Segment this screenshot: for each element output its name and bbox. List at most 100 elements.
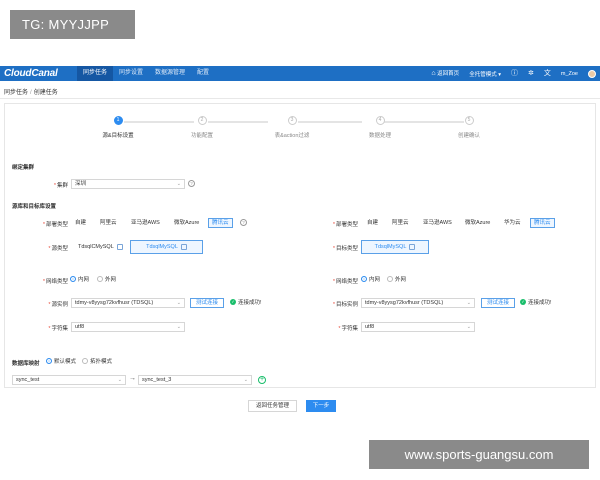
top-navbar: CloudCanal 同步任务 同步设置 数据源管理 配置 ⌂ 返回首页 全托管… [0, 66, 600, 81]
menu-datasource-management[interactable]: 数据源管理 [149, 66, 191, 81]
target-charset-select[interactable]: utf8 ⌄ [361, 322, 475, 332]
tg-overlay-badge: TG: MYYJJPP [10, 10, 135, 39]
username[interactable]: m_Zoe [561, 71, 578, 77]
source-deploy-aliyun[interactable]: 阿里云 [97, 218, 120, 228]
source-deploy-label: *部署类型 [42, 222, 68, 228]
breadcrumb-separator: / [30, 90, 32, 96]
source-deploy-tencent[interactable]: 腾讯云 [208, 218, 233, 228]
check-circle-icon: ✓ [230, 298, 236, 305]
navbar-right: ⌂ 返回首页 全托管模式 ▾ ⓘ ✲ 文 m_Zoe [431, 66, 596, 81]
target-instance-select[interactable]: tdmy-v8yysg72kvfhusr (TDSQL) ⌄ [361, 298, 475, 308]
language-icon[interactable]: 文 [544, 66, 551, 81]
radio-unchecked-icon [387, 275, 393, 282]
step-5-label: 创建确认 [457, 133, 480, 139]
mode-dropdown[interactable]: 全托管模式 ▾ [469, 70, 501, 78]
mapping-mode-topology[interactable]: 拓扑模式 [82, 357, 112, 366]
breadcrumb-parent[interactable]: 同步任务 [4, 90, 28, 96]
source-net-label: *网络类型 [42, 279, 68, 285]
target-deploy-aws[interactable]: 亚马逊AWS [420, 218, 455, 228]
target-type-label: *目标类型 [332, 246, 358, 252]
chevron-down-icon: ▾ [498, 71, 501, 78]
db-mapping-label: 数据库映射 [12, 361, 40, 367]
step-indicator: 1 源&目标设置 2 功能配置 3 表&action过滤 4 数据处理 5 创建… [0, 116, 600, 142]
step-3: 3 表&action过滤 [262, 116, 322, 139]
cluster-section-title: 绑定集群 [12, 165, 35, 171]
menu-sync-settings[interactable]: 同步设置 [113, 66, 149, 81]
source-instance-select[interactable]: tdmy-v8yysg72kvfhusr (TDSQL) ⌄ [71, 298, 185, 308]
help-question-icon[interactable]: ? [188, 180, 195, 187]
source-net-internet[interactable]: 外网 [97, 275, 116, 284]
chevron-down-icon: ⌄ [176, 181, 181, 187]
step-3-label: 表&action过滤 [274, 133, 310, 139]
radio-unchecked-icon [97, 275, 103, 282]
step-1-label: 源&目标设置 [102, 133, 134, 139]
step-4-circle: 4 [375, 116, 385, 125]
step-4: 4 数据处理 [350, 116, 410, 139]
check-circle-icon: ✓ [520, 298, 526, 305]
database-icon [116, 243, 123, 250]
target-net-internet[interactable]: 外网 [387, 275, 406, 284]
settings-gear-icon[interactable]: ✲ [528, 66, 534, 81]
avatar[interactable] [588, 69, 596, 78]
source-deploy-selfbuilt[interactable]: 自建 [72, 218, 89, 228]
step-1: 1 源&目标设置 [88, 116, 148, 139]
source-deploy-azure[interactable]: 微软Azure [171, 218, 202, 228]
chevron-down-icon: ⌄ [117, 377, 122, 383]
source-net-intranet[interactable]: 内网 [70, 275, 89, 284]
target-instance-label: *目标实例 [332, 302, 358, 308]
arrow-right-icon: → [129, 375, 136, 382]
chevron-down-icon: ⌄ [466, 300, 471, 306]
menu-config[interactable]: 配置 [191, 66, 215, 81]
radio-checked-icon [70, 275, 76, 282]
target-deploy-tencent[interactable]: 腾讯云 [530, 218, 555, 228]
database-icon [409, 243, 416, 250]
watermark-overlay: www.sports-guangsu.com [369, 440, 589, 469]
target-deploy-huawei[interactable]: 华为云 [501, 218, 524, 228]
mapping-mode-default[interactable]: 默认模式 [46, 357, 76, 366]
chevron-down-icon: ⌄ [466, 324, 471, 330]
source-type-tdsqlcmysql[interactable]: TdsqlCMySQL [74, 240, 127, 254]
step-5: 5 创建确认 [439, 116, 499, 139]
help-icon[interactable]: ⓘ [511, 66, 518, 81]
target-charset-label: *字符集 [338, 326, 358, 332]
back-to-task-management-button[interactable]: 返回任务管理 [248, 400, 298, 412]
target-test-connection-button[interactable]: 测试连接 [481, 298, 515, 308]
chevron-down-icon: ⌄ [176, 300, 181, 306]
cluster-select[interactable]: 深圳 ⌄ [71, 179, 185, 189]
step-2-circle: 2 [197, 116, 207, 125]
next-step-button[interactable]: 下一步 [306, 400, 336, 412]
step-5-circle: 5 [464, 116, 474, 125]
target-deploy-aliyun[interactable]: 阿里云 [389, 218, 412, 228]
breadcrumb: 同步任务 / 创建任务 [4, 87, 58, 96]
source-deploy-aws[interactable]: 亚马逊AWS [128, 218, 163, 228]
source-test-connection-button[interactable]: 测试连接 [190, 298, 224, 308]
radio-checked-icon [361, 275, 367, 282]
mapping-target-db-select[interactable]: sync_test_3 ⌄ [138, 375, 252, 385]
target-net-label: *网络类型 [332, 279, 358, 285]
target-net-intranet[interactable]: 内网 [361, 275, 380, 284]
source-charset-select[interactable]: utf8 ⌄ [71, 322, 185, 332]
target-connection-status: ✓ 连接成功! [520, 298, 552, 306]
breadcrumb-current: 创建任务 [33, 90, 58, 96]
mapping-source-db-select[interactable]: sync_test ⌄ [12, 375, 126, 385]
step-2: 2 功能配置 [172, 116, 232, 139]
home-link[interactable]: ⌂ 返回首页 [431, 66, 459, 81]
add-mapping-plus-icon[interactable]: + [258, 376, 266, 384]
cloudcanal-logo[interactable]: CloudCanal [4, 67, 58, 80]
source-type-tdsqlmysql[interactable]: TdsqlMySQL [130, 240, 203, 254]
target-type-tdsqlmysql[interactable]: TdsqlMySQL [361, 240, 429, 254]
radio-checked-icon [46, 357, 52, 364]
chevron-down-icon: ⌄ [176, 324, 181, 330]
source-type-label: *源类型 [48, 246, 68, 252]
step-2-label: 功能配置 [190, 133, 213, 139]
database-icon [180, 243, 187, 250]
help-question-icon[interactable]: ? [240, 219, 247, 226]
target-deploy-azure[interactable]: 微软Azure [462, 218, 493, 228]
step-1-circle: 1 [113, 116, 123, 125]
db-section-title: 源库和目标库设置 [12, 204, 57, 210]
home-icon: ⌂ [431, 70, 436, 77]
target-deploy-selfbuilt[interactable]: 自建 [364, 218, 381, 228]
radio-unchecked-icon [82, 357, 88, 364]
menu-sync-tasks[interactable]: 同步任务 [77, 66, 114, 81]
source-charset-label: *字符集 [48, 326, 68, 332]
